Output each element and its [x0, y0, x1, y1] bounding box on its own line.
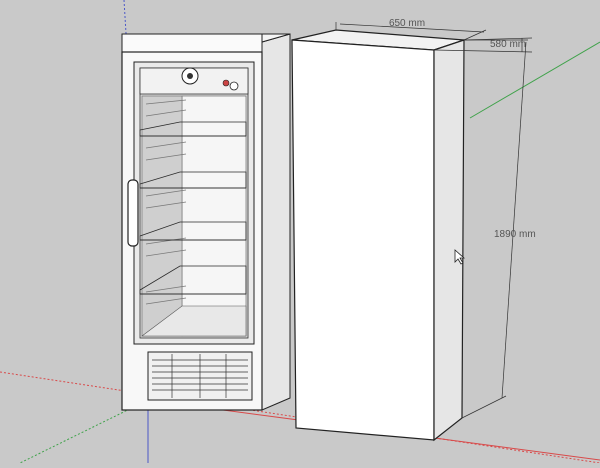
height-dimension-label: 1890 mm — [494, 229, 536, 240]
interior-back — [181, 95, 247, 337]
power-switch-icon — [229, 81, 239, 91]
depth-dimension-label: 580 mm — [490, 39, 526, 50]
fridge-top-band — [121, 33, 263, 53]
interior-left-wall — [141, 95, 187, 337]
fridge-right-side — [261, 33, 291, 411]
scene-canvas[interactable]: 650 mm 580 mm 1890 mm — [0, 0, 600, 464]
box-front-face — [291, 39, 435, 441]
display-fridge-model[interactable] — [121, 33, 291, 411]
cabinet-box-model[interactable] — [291, 29, 465, 442]
modeling-viewport[interactable]: 650 mm 580 mm 1890 mm — [0, 0, 600, 464]
thermostat-dial-center-icon — [187, 73, 193, 79]
width-dimension-label: 650 mm — [389, 18, 425, 29]
indicator-light-icon — [222, 79, 230, 87]
green-axis — [469, 41, 600, 119]
door-handle[interactable] — [127, 179, 139, 247]
dimension-height[interactable]: 1890 mm — [461, 39, 536, 419]
box-right-face — [433, 39, 465, 442]
